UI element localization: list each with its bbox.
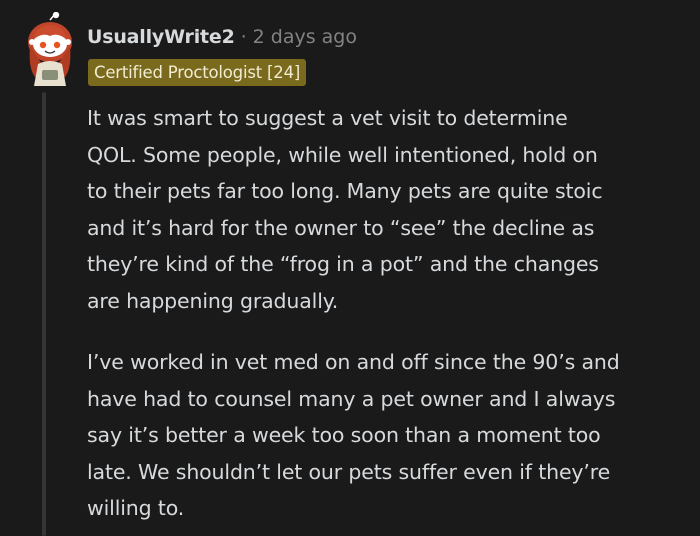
header-separator: ·	[240, 26, 247, 48]
comment-header: UsuallyWrite2 · 2 days ago	[87, 22, 357, 52]
avatar[interactable]	[22, 11, 78, 88]
snoo-avatar-icon	[28, 11, 72, 86]
comment-timestamp[interactable]: 2 days ago	[253, 26, 357, 48]
comment-paragraph-1: It was smart to suggest a vet visit to d…	[87, 106, 603, 313]
comment-body: It was smart to suggest a vet visit to d…	[87, 100, 687, 527]
author-username[interactable]: UsuallyWrite2	[87, 26, 235, 48]
comment-paragraph-2: I’ve worked in vet med on and off since …	[87, 350, 620, 520]
user-flair: Certified Proctologist [24]	[88, 59, 307, 86]
thread-line[interactable]	[42, 92, 46, 536]
